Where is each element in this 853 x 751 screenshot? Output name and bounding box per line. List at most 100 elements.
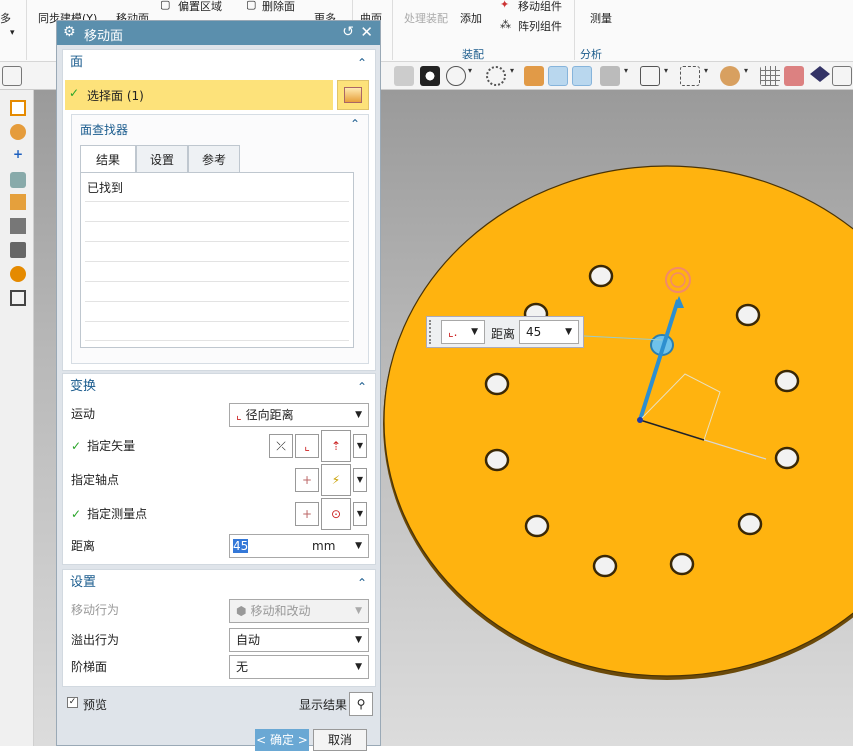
render-style-icon[interactable] xyxy=(420,66,440,86)
layer-icon[interactable] xyxy=(600,66,620,86)
list-item xyxy=(85,281,349,301)
cube-view-icon[interactable] xyxy=(548,66,568,86)
grid-icon[interactable] xyxy=(760,66,780,86)
magnifier-icon: ⚲ xyxy=(356,697,366,711)
list-item xyxy=(85,201,349,221)
dialog-title: 移动面 xyxy=(84,29,124,44)
tab-results[interactable]: 结果 xyxy=(80,145,136,173)
roles-icon[interactable] xyxy=(10,290,26,306)
distance-input[interactable]: 45 mm ▼ xyxy=(229,534,369,558)
window-icon[interactable] xyxy=(640,66,660,86)
system-material-icon[interactable] xyxy=(10,266,26,282)
move-behavior-dropdown: ⬢ 移动和改动 ▼ xyxy=(229,599,369,623)
measure-point-dropdown-arrow[interactable]: ▼ xyxy=(353,502,367,526)
vector-dropdown-arrow[interactable]: ▼ xyxy=(353,434,367,458)
reset-icon[interactable]: ↺ xyxy=(342,24,354,40)
cancel-button[interactable]: 取消 xyxy=(313,729,367,751)
overflow-dropdown[interactable]: 自动 ▼ xyxy=(229,628,369,652)
hat-icon[interactable] xyxy=(810,66,830,82)
move-face-dialog: ⚙ 移动面 ↺ ✕ 面 ⌃ ✓ 选择面 (1) 面查找器 ⌃ 结果 设置 参考 已… xyxy=(56,20,381,751)
chevron-down-icon[interactable]: ▾ xyxy=(468,66,472,75)
vector-selector-button[interactable]: ⇡ xyxy=(321,430,351,462)
ok-button[interactable]: < 确定 > xyxy=(255,729,309,751)
view-orient-icon[interactable] xyxy=(446,66,466,86)
settings-section-header[interactable]: 设置 ⌃ xyxy=(63,570,375,596)
chevron-down-icon[interactable]: ▾ xyxy=(510,66,514,75)
preview-checkbox[interactable]: ✓ xyxy=(67,697,78,708)
measure-point-selector[interactable]: ⊙ xyxy=(321,498,351,530)
vector-row: ✓ 指定矢量 xyxy=(71,439,136,453)
collapse-icon[interactable]: ⌃ xyxy=(357,50,367,76)
show-result-button[interactable]: ⚲ xyxy=(349,692,373,716)
move-component-icon: ✦ xyxy=(500,0,510,11)
gear-view-icon[interactable] xyxy=(486,66,506,86)
show-result-label: 显示结果 xyxy=(299,698,348,712)
found-list[interactable] xyxy=(81,201,351,345)
tab-settings[interactable]: 设置 xyxy=(136,145,188,173)
offset-region-icon: ▢ xyxy=(160,0,171,11)
axis-point-label: 指定轴点 xyxy=(71,473,120,487)
close-icon[interactable]: ✕ xyxy=(360,23,373,41)
shaded-view-icon[interactable] xyxy=(394,66,414,86)
step-face-label: 阶梯面 xyxy=(71,660,108,674)
pattern-icon[interactable] xyxy=(784,66,804,86)
measure-point-dialog-button[interactable]: + xyxy=(295,502,319,526)
ribbon-pattern-component[interactable]: 阵列组件 xyxy=(518,18,562,34)
list-item xyxy=(85,301,349,321)
collapse-icon[interactable]: ⌃ xyxy=(357,570,367,596)
preview-label: 预览 xyxy=(83,698,108,712)
drag-grip-icon[interactable] xyxy=(429,320,433,344)
point-dialog-button[interactable]: + xyxy=(295,468,319,492)
gear-icon: ⚙ xyxy=(63,24,76,40)
collapse-icon[interactable]: ⌃ xyxy=(357,374,367,400)
move-face-icon: ⬢ xyxy=(236,604,247,618)
chevron-down-icon[interactable]: ▾ xyxy=(624,66,628,75)
chevron-down-icon[interactable]: ▾ xyxy=(704,66,708,75)
vector-dialog-button[interactable]: ⌞ xyxy=(295,434,319,458)
dialog-header[interactable]: ⚙ 移动面 ↺ ✕ xyxy=(57,21,380,45)
face-section-header[interactable]: 面 ⌃ xyxy=(63,50,375,76)
axis-point-dropdown-arrow[interactable]: ▼ xyxy=(353,468,367,492)
palette-icon[interactable] xyxy=(720,66,740,86)
snap-icon[interactable] xyxy=(680,66,700,86)
part-navigator-icon[interactable] xyxy=(10,100,26,116)
ribbon-delete-face[interactable]: 删除面 xyxy=(262,0,295,14)
assembly-navigator-icon[interactable] xyxy=(10,124,26,140)
measure-point-row: ✓ 指定测量点 xyxy=(71,507,148,521)
motion-dropdown[interactable]: ⌞ 径向距离 ▼ xyxy=(229,403,369,427)
lock-part-icon[interactable] xyxy=(10,218,26,234)
ribbon-move-component[interactable]: 移动组件 xyxy=(518,0,562,14)
step-face-dropdown[interactable]: 无 ▼ xyxy=(229,655,369,679)
radial-mode-dropdown[interactable]: ⌞. ▼ xyxy=(441,320,485,344)
found-label: 已找到 xyxy=(87,181,124,195)
cube-outline-icon[interactable] xyxy=(832,66,852,86)
face-select-button[interactable] xyxy=(337,80,369,110)
chevron-down-icon[interactable]: ▾ xyxy=(664,66,668,75)
distance-handle-input[interactable]: 45 ▼ xyxy=(519,320,579,344)
chevron-down-icon[interactable]: ▾ xyxy=(10,28,15,38)
axis-point-selector[interactable]: ⚡ xyxy=(321,464,351,496)
history-icon[interactable] xyxy=(10,242,26,258)
reverse-direction-button[interactable]: ⤫ xyxy=(269,434,293,458)
face-finder-panel: 面查找器 ⌃ 结果 设置 参考 已找到 xyxy=(71,114,369,364)
select-face-row[interactable]: ✓ 选择面 (1) xyxy=(65,80,333,110)
cross-arrows-icon: ⤫ xyxy=(276,439,286,453)
ribbon-item-more-left[interactable]: 多 xyxy=(0,10,11,26)
ribbon-add[interactable]: 添加 xyxy=(460,10,482,26)
box-icon[interactable] xyxy=(524,66,544,86)
plus-icon[interactable]: + xyxy=(10,146,26,162)
cube-shaded-icon[interactable] xyxy=(572,66,592,86)
collapse-icon[interactable]: ⌃ xyxy=(350,117,360,131)
reuse-library-icon[interactable] xyxy=(10,194,26,210)
ribbon-process-assembly: 处理装配 xyxy=(404,12,448,25)
ribbon-measure[interactable]: 测量 xyxy=(590,10,612,26)
pattern-component-icon: ⁂ xyxy=(500,18,511,31)
chevron-down-icon[interactable]: ▾ xyxy=(744,66,748,75)
tab-reference[interactable]: 参考 xyxy=(188,145,240,173)
ribbon-offset-region[interactable]: 偏置区域 xyxy=(178,0,222,14)
check-icon: ✓ xyxy=(69,86,80,100)
constraint-navigator-icon[interactable] xyxy=(10,172,26,188)
transform-section-header[interactable]: 变换 ⌃ xyxy=(63,374,375,400)
fit-view-icon[interactable] xyxy=(2,66,22,86)
list-item xyxy=(85,261,349,281)
